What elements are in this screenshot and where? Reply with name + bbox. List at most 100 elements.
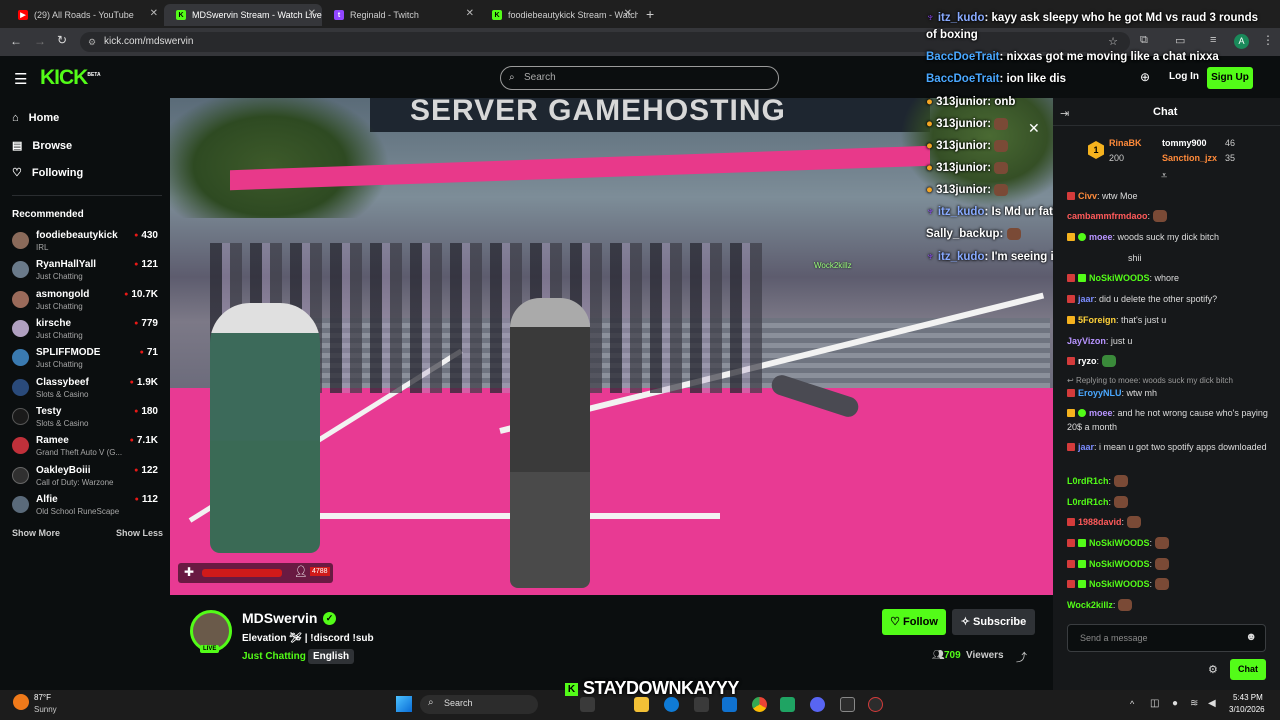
sidebar-channel[interactable]: SPLIFFMODE Just Chatting 71 [12, 345, 162, 373]
chat-user[interactable]: L0rdR1ch [1067, 497, 1109, 507]
sidebar-channel[interactable]: Ramee Grand Theft Auto V (G... 7.1K [12, 433, 162, 461]
avatar [12, 496, 29, 513]
browser-tab[interactable]: ▶ (29) All Roads - YouTube ✕ [6, 4, 164, 26]
discord-icon[interactable] [810, 697, 825, 712]
leader-name[interactable]: tommy900 [1162, 138, 1207, 148]
collapse-chat-icon[interactable]: ⇥ [1060, 107, 1069, 120]
app-icon[interactable] [780, 697, 795, 712]
close-tab-icon[interactable]: ✕ [308, 8, 316, 19]
mic-icon[interactable]: ● [1172, 698, 1178, 709]
windows-start-icon[interactable] [396, 696, 412, 712]
chat-user[interactable]: 1988david [1078, 517, 1122, 527]
sidebar-channel[interactable]: Classybeef Slots & Casino 1.9K [12, 375, 162, 403]
forward-arrow-icon[interactable]: → [34, 34, 46, 48]
search-input[interactable]: ⌕ Search [500, 66, 779, 90]
app-icon[interactable] [840, 697, 855, 712]
chat-user[interactable]: 5Foreign [1078, 315, 1116, 325]
chat-user[interactable]: Civv [1078, 191, 1097, 201]
app-icon[interactable] [868, 697, 883, 712]
emote [1101, 355, 1116, 367]
sidebar-channel[interactable]: OakleyBoiii Call of Duty: Warzone 122 [12, 463, 162, 491]
chat-user[interactable]: moee [1089, 408, 1113, 418]
cast-icon[interactable]: ▭ [1175, 34, 1185, 47]
chat-user[interactable]: moee [1089, 232, 1113, 242]
browser-menu-icon[interactable]: ⋮ [1262, 33, 1274, 47]
site-info-icon[interactable]: ⚙ [88, 32, 96, 52]
browser-tab-active[interactable]: K MDSwervin Stream - Watch Live ✕ [164, 4, 322, 26]
close-overlay-icon[interactable]: ✕ [1028, 120, 1040, 137]
task-view-icon[interactable] [580, 697, 595, 712]
login-button[interactable]: Log In [1169, 71, 1199, 82]
reload-icon[interactable]: ↻ [57, 33, 67, 47]
chat-user[interactable]: L0rdR1ch [1067, 476, 1109, 486]
streamer-name[interactable]: MDSwervin [242, 610, 317, 626]
chrome-icon[interactable] [752, 697, 767, 712]
emote-picker-icon[interactable]: ☻ [1245, 631, 1257, 643]
subscribe-button[interactable]: ✧ Subscribe [952, 609, 1035, 635]
wifi-icon[interactable]: ≋ [1190, 698, 1198, 709]
sidebar-channel[interactable]: RyanHallYall Just Chatting 121 [12, 257, 162, 285]
close-tab-icon[interactable]: ✕ [466, 8, 474, 19]
sidebar-channel[interactable]: Alfie Old School RuneScape 112 [12, 492, 162, 520]
expand-leaderboard-icon[interactable]: ⩡ [1161, 170, 1167, 183]
volume-icon[interactable]: ◀ [1208, 698, 1216, 709]
video-player[interactable]: SERVER GAMEHOSTING Wock2killz ✕ ✚ 👤︎ 478… [170, 98, 1053, 595]
signup-button[interactable]: Sign Up [1207, 67, 1253, 89]
sidebar-channel[interactable]: asmongold Just Chatting 10.7K [12, 287, 162, 315]
send-chat-button[interactable]: Chat [1230, 659, 1266, 680]
chat-user[interactable]: NoSkiWOODS [1089, 579, 1150, 589]
close-tab-icon[interactable]: ✕ [150, 8, 158, 19]
chat-user[interactable]: Wock2killz [1067, 600, 1113, 610]
show-more-button[interactable]: Show More [12, 528, 60, 538]
overlay-text: of boxing [926, 29, 978, 41]
browser-tab[interactable]: t Reginald - Twitch ✕ [322, 4, 480, 26]
profile-avatar[interactable]: A [1234, 34, 1249, 49]
stream-title: Elevation 🛩 | !discord !sub [242, 633, 374, 644]
chat-user[interactable]: jaar [1078, 294, 1094, 304]
logo-text: KICK [40, 66, 88, 89]
chat-user[interactable]: jaar [1078, 442, 1094, 452]
category-link[interactable]: Just Chatting [242, 651, 306, 662]
kick-logo[interactable]: KICKBETA [40, 66, 101, 90]
sidebar-channel[interactable]: kirsche Just Chatting 779 [12, 316, 162, 344]
file-explorer-icon[interactable] [634, 697, 649, 712]
sidebar-item-browse[interactable]: ▤ Browse [12, 139, 72, 153]
chat-user[interactable]: NoSkiWOODS [1089, 273, 1150, 283]
chat-user[interactable]: JayVizon [1067, 336, 1106, 346]
edge-icon[interactable] [664, 697, 679, 712]
sidebar-item-home[interactable]: ⌂ Home [12, 112, 59, 124]
sidebar-item-following[interactable]: ♡ Following [12, 166, 83, 180]
language-tag[interactable]: English [308, 649, 355, 664]
clock-time[interactable]: 5:43 PM [1233, 693, 1263, 702]
tab-search-icon[interactable]: ≡ [1210, 34, 1216, 46]
chat-input[interactable]: Send a message ☻ [1067, 624, 1266, 652]
follow-button[interactable]: ♡ Follow [882, 609, 946, 635]
new-tab-button[interactable]: + [646, 6, 654, 22]
show-less-button[interactable]: Show Less [116, 528, 163, 538]
back-arrow-icon[interactable]: ← [10, 34, 22, 48]
extensions-icon[interactable]: ⧉ [1140, 34, 1148, 47]
chat-user[interactable]: NoSkiWOODS [1089, 538, 1150, 548]
chat-settings-gear-icon[interactable]: ⚙ [1208, 663, 1218, 676]
browser-tab[interactable]: K foodiebeautykick Stream - Watch ✕ [480, 4, 638, 26]
close-tab-icon[interactable]: ✕ [624, 8, 632, 19]
outlook-icon[interactable] [722, 697, 737, 712]
chat-user[interactable]: ryzo [1078, 356, 1097, 366]
share-icon[interactable]: ⤴ [1016, 649, 1027, 665]
store-icon[interactable] [694, 697, 709, 712]
bookmark-star-icon[interactable]: ☆ [1108, 32, 1118, 52]
sidebar-channel[interactable]: foodiebeautykick IRL 430 [12, 228, 162, 256]
channel-category: Slots & Casino [36, 390, 89, 399]
language-globe-icon[interactable]: ⊕ [1140, 70, 1150, 84]
hamburger-menu-icon[interactable]: ☰ [14, 70, 27, 88]
leader-name[interactable]: RinaBK [1109, 138, 1142, 148]
taskbar-search[interactable]: ⌕ Search [420, 695, 538, 714]
sidebar-channel[interactable]: Testy Slots & Casino 180 [12, 404, 162, 432]
network-icon[interactable]: ◫ [1150, 698, 1159, 709]
tray-chevron-icon[interactable]: ^ [1130, 699, 1134, 709]
clock-date[interactable]: 3/10/2026 [1229, 705, 1265, 714]
leader-name[interactable]: Sanction_jzx [1162, 153, 1217, 163]
chat-user[interactable]: NoSkiWOODS [1089, 559, 1150, 569]
chat-user[interactable]: EroyyNLU [1078, 388, 1122, 398]
chat-user[interactable]: cambammfrmdaoo [1067, 211, 1148, 221]
